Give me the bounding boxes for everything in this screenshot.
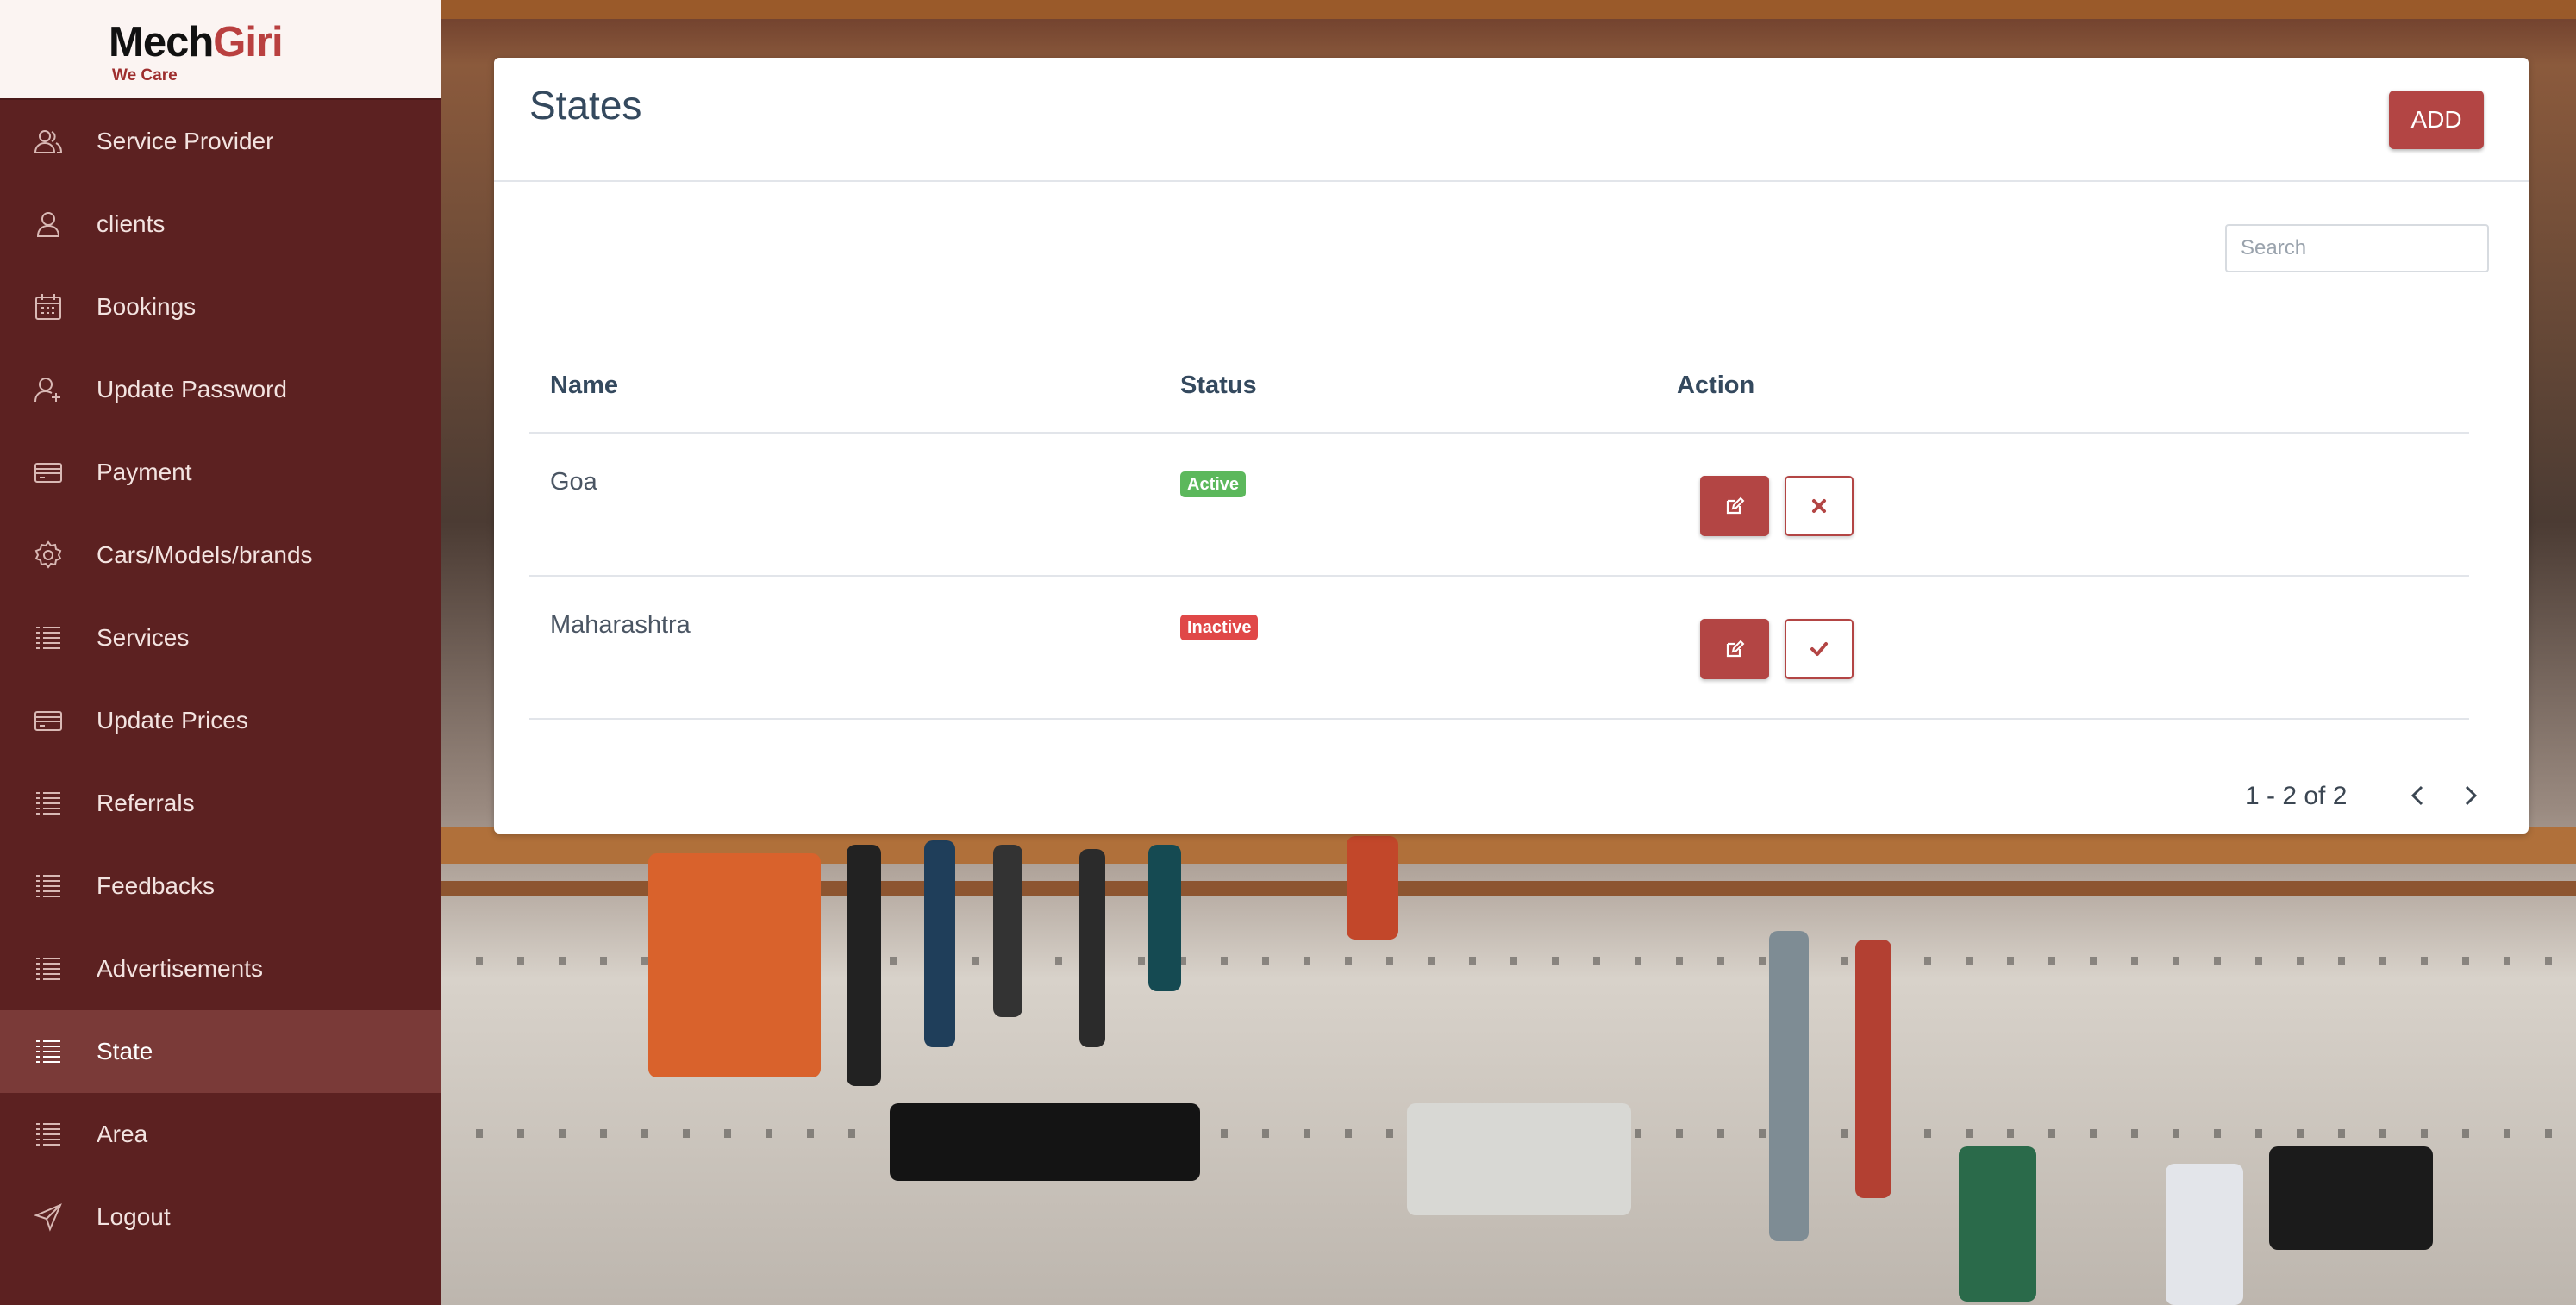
gear-icon xyxy=(33,540,64,571)
column-header-action: Action xyxy=(1677,372,1755,399)
credit-card-icon xyxy=(33,705,64,736)
sidebar-item-label: Update Prices xyxy=(97,707,248,734)
list-icon xyxy=(33,622,64,653)
sidebar-item-logout[interactable]: Logout xyxy=(0,1176,441,1258)
sidebar-item-label: Update Password xyxy=(97,376,288,403)
users-icon xyxy=(33,126,64,157)
sidebar-item-referrals[interactable]: Referrals xyxy=(0,762,441,845)
sidebar-item-label: Cars/Models/brands xyxy=(97,541,313,568)
status-badge: Active xyxy=(1180,471,1247,497)
table-header: Name Status Action xyxy=(529,342,2469,434)
column-header-status: Status xyxy=(1180,372,1257,399)
sidebar-item-label: Area xyxy=(97,1121,148,1147)
status-badge: Inactive xyxy=(1180,615,1259,640)
sidebar-item-label: clients xyxy=(97,210,166,237)
edit-icon xyxy=(1726,496,1745,515)
list-icon xyxy=(33,788,64,819)
close-icon xyxy=(1812,499,1826,513)
next-page-button[interactable] xyxy=(2454,778,2488,813)
table-row: Goa Active xyxy=(529,434,2469,577)
search-input[interactable] xyxy=(2225,224,2489,272)
sidebar-item-advertisements[interactable]: Advertisements xyxy=(0,927,441,1010)
activate-button[interactable] xyxy=(1785,619,1854,679)
card-header: States ADD xyxy=(494,58,2529,182)
state-name: Maharashtra xyxy=(550,611,691,639)
sidebar-item-label: State xyxy=(97,1038,153,1065)
edit-button[interactable] xyxy=(1700,476,1769,536)
sidebar-item-label: Feedbacks xyxy=(97,872,215,899)
sidebar: MechGiri We Care Service Provider clients… xyxy=(0,0,441,1305)
logo[interactable]: MechGiri We Care xyxy=(109,15,333,85)
list-icon xyxy=(33,1119,64,1150)
brand-tagline: We Care xyxy=(112,66,178,84)
chevron-left-icon xyxy=(2410,785,2423,806)
states-table: Name Status Action Goa Active Maharashtr… xyxy=(529,342,2469,720)
sidebar-item-cars-models-brands[interactable]: Cars/Models/brands xyxy=(0,514,441,596)
sidebar-item-clients[interactable]: clients xyxy=(0,183,441,265)
states-card: States ADD Name Status Action Goa Active… xyxy=(494,58,2529,834)
sidebar-item-label: Logout xyxy=(97,1203,171,1230)
sidebar-item-feedbacks[interactable]: Feedbacks xyxy=(0,845,441,927)
sidebar-item-label: Services xyxy=(97,624,190,651)
brand-name: MechGiri xyxy=(109,19,284,66)
sidebar-item-services[interactable]: Services xyxy=(0,596,441,679)
calendar-icon xyxy=(33,291,64,322)
edit-button[interactable] xyxy=(1700,619,1769,679)
state-name: Goa xyxy=(550,468,597,496)
sidebar-item-label: Referrals xyxy=(97,790,195,816)
send-icon xyxy=(33,1202,64,1233)
list-icon xyxy=(33,953,64,984)
sidebar-item-update-password[interactable]: Update Password xyxy=(0,348,441,431)
sidebar-item-area[interactable]: Area xyxy=(0,1093,441,1176)
sidebar-item-update-prices[interactable]: Update Prices xyxy=(0,679,441,762)
previous-page-button[interactable] xyxy=(2400,778,2435,813)
add-button[interactable]: ADD xyxy=(2389,91,2484,149)
sidebar-item-label: Payment xyxy=(97,459,192,485)
credit-card-icon xyxy=(33,457,64,488)
sidebar-item-label: Advertisements xyxy=(97,955,263,982)
sidebar-item-state[interactable]: State xyxy=(0,1010,441,1093)
table-row: Maharashtra Inactive xyxy=(529,577,2469,720)
user-icon xyxy=(33,209,64,240)
list-icon xyxy=(33,871,64,902)
deactivate-button[interactable] xyxy=(1785,476,1854,536)
sidebar-item-label: Service Provider xyxy=(97,128,274,154)
sidebar-item-bookings[interactable]: Bookings xyxy=(0,265,441,348)
user-plus-icon xyxy=(33,374,64,405)
edit-icon xyxy=(1726,640,1745,658)
chevron-right-icon xyxy=(2465,785,2478,806)
list-icon xyxy=(33,1036,64,1067)
pagination-info: 1 - 2 of 2 xyxy=(2245,782,2348,810)
check-icon xyxy=(1810,642,1828,656)
page-title: States xyxy=(529,83,642,128)
sidebar-item-service-provider[interactable]: Service Provider xyxy=(0,100,441,183)
sidebar-nav: Service Provider clients Bookings Update Pa… xyxy=(0,100,441,1258)
sidebar-item-payment[interactable]: Payment xyxy=(0,431,441,514)
sidebar-item-label: Bookings xyxy=(97,293,197,320)
logo-area: MechGiri We Care xyxy=(0,0,441,100)
column-header-name: Name xyxy=(550,372,618,399)
